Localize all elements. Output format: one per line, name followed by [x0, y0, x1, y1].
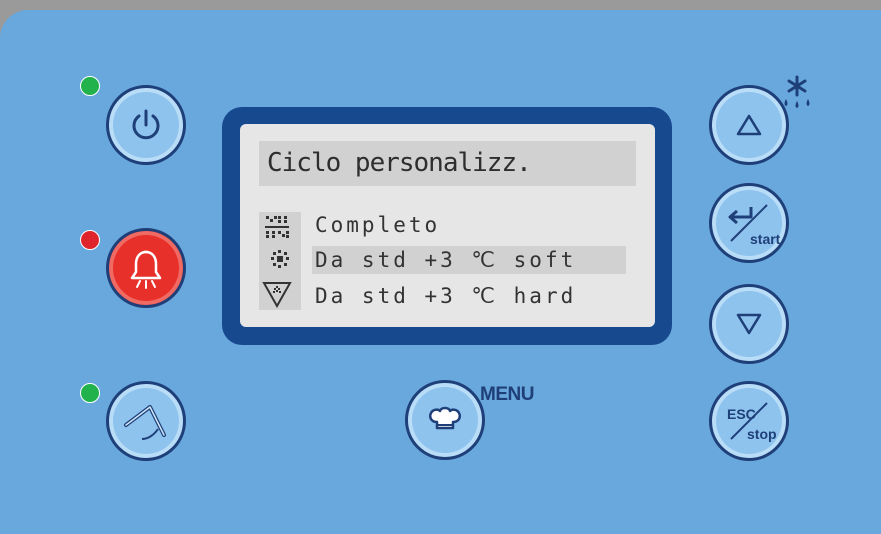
menu-option-soft[interactable]: Da std +3 ℃ soft — [312, 246, 626, 274]
power-icon — [132, 109, 160, 140]
stop-label: stop — [747, 426, 777, 442]
menu-label: MENU — [480, 384, 534, 405]
start-button[interactable]: start — [709, 183, 789, 263]
menu-option-completo[interactable]: Completo — [312, 211, 626, 239]
chef-hat-icon — [429, 406, 461, 430]
display-title: Ciclo personalizz. — [259, 141, 636, 186]
menu-option-hard[interactable]: Da std +3 ℃ hard — [312, 282, 626, 310]
full-cycle-icon — [265, 216, 289, 238]
esc-label: ESC — [727, 406, 756, 422]
triangle-up-icon — [736, 114, 762, 136]
bell-icon — [130, 250, 162, 289]
down-button[interactable] — [709, 284, 789, 364]
triangle-snow-icon — [262, 282, 292, 308]
power-button[interactable] — [106, 85, 186, 165]
alarm-led — [80, 230, 100, 250]
enter-arrow-icon: start — [728, 204, 781, 247]
probe-button[interactable] — [106, 381, 186, 461]
esc-stop-icon: ESC stop — [727, 402, 777, 442]
start-label: start — [750, 231, 781, 247]
snowflake-dot-icon — [271, 250, 289, 268]
snowflake-drops-icon — [784, 75, 810, 108]
triangle-down-icon — [736, 313, 762, 335]
probe-led — [80, 383, 100, 403]
alarm-button[interactable] — [106, 228, 186, 308]
menu-button[interactable] — [405, 380, 485, 460]
power-led — [80, 76, 100, 96]
core-probe-icon — [124, 405, 166, 440]
esc-stop-button[interactable]: ESC stop — [709, 381, 789, 461]
